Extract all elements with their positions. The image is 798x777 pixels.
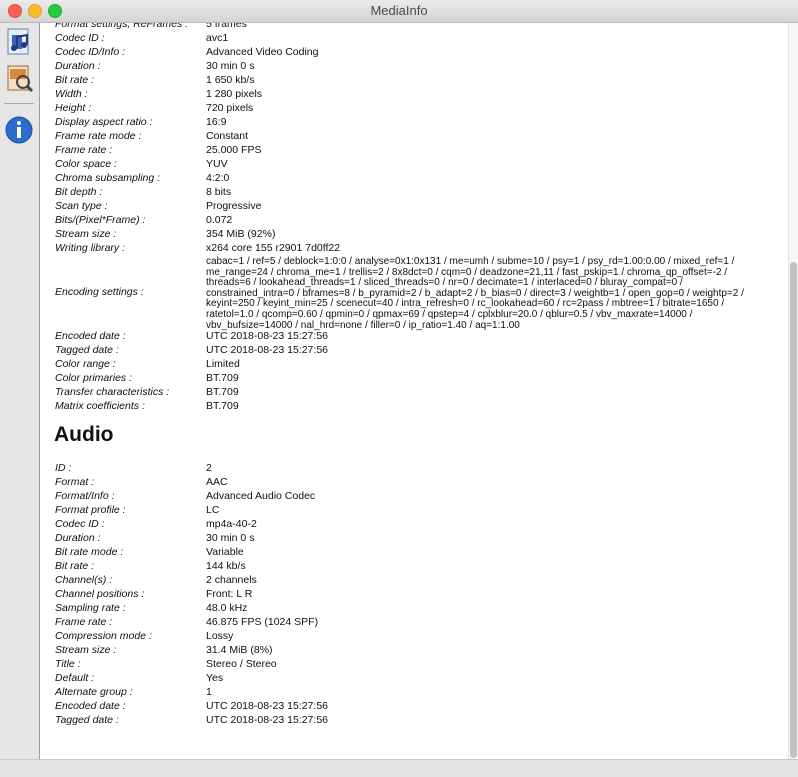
field-label: Display aspect ratio :	[55, 116, 153, 128]
field-label: Stream size :	[55, 228, 117, 240]
scrollbar-thumb[interactable]	[790, 262, 797, 758]
field-value: Front: L R	[206, 588, 253, 600]
field-value: Constant	[206, 130, 249, 142]
field-label: Tagged date :	[55, 344, 119, 356]
field-label: Matrix coefficients :	[55, 400, 145, 412]
field-value: UTC 2018-08-23 15:27:56	[206, 714, 328, 726]
field-label: Bit rate :	[55, 560, 95, 572]
field-label: Writing library :	[55, 242, 126, 254]
field-label: Duration :	[55, 532, 101, 544]
field-value: BT.709	[206, 400, 239, 412]
field-label: Channel positions :	[55, 588, 145, 600]
field-label: Bit rate :	[55, 74, 95, 86]
field-label: Alternate group :	[55, 686, 133, 698]
field-value: UTC 2018-08-23 15:27:56	[206, 344, 328, 356]
sidebar	[0, 23, 40, 759]
encoding-settings-label: Encoding settings :	[55, 286, 144, 298]
field-label: Channel(s) :	[55, 574, 113, 586]
field-label: Transfer characteristics :	[55, 386, 170, 398]
field-label: Color range :	[55, 358, 116, 370]
field-value: 48.0 kHz	[206, 602, 248, 614]
field-value: 720 pixels	[206, 102, 254, 114]
field-value: avc1	[206, 32, 229, 44]
field-value: 4:2:0	[206, 172, 230, 184]
field-value: 25.000 FPS	[206, 144, 262, 156]
field-value: 46.875 FPS (1024 SPF)	[206, 616, 319, 628]
field-value: 30 min 0 s	[206, 532, 255, 544]
field-label: Format profile :	[55, 504, 126, 516]
field-label: Height :	[55, 102, 92, 114]
field-value: 30 min 0 s	[206, 60, 255, 72]
field-label: Encoded date :	[55, 700, 126, 712]
encoding-settings-value: cabac=1 / ref=5 / deblock=1:0:0 / analys…	[206, 256, 744, 331]
sidebar-divider	[4, 103, 34, 104]
field-value: x264 core 155 r2901 7d0ff22	[206, 242, 341, 254]
field-value: Limited	[206, 358, 240, 370]
field-label: Chroma subsampling :	[55, 172, 161, 184]
window-title: MediaInfo	[370, 3, 428, 18]
field-value: 0.072	[206, 214, 233, 226]
field-label: Format/Info :	[55, 490, 115, 502]
video-file-icon[interactable]	[4, 27, 34, 57]
info-icon[interactable]	[4, 115, 34, 145]
field-label: Bits/(Pixel*Frame) :	[55, 214, 146, 226]
field-value: AAC	[206, 476, 228, 488]
field-label: Duration :	[55, 60, 101, 72]
field-label: Scan type :	[55, 200, 108, 212]
field-value: mp4a-40-2	[206, 518, 257, 530]
field-label: Bit depth :	[55, 186, 103, 198]
field-value: 144 kb/s	[206, 560, 246, 572]
field-label: Default :	[55, 672, 95, 684]
field-value: 2	[206, 462, 212, 474]
field-label: Codec ID :	[55, 32, 105, 44]
field-label: Stream size :	[55, 644, 117, 656]
field-label: Compression mode :	[55, 630, 152, 642]
field-value: 1 280 pixels	[206, 88, 263, 100]
field-value: 8 bits	[206, 186, 232, 198]
field-label: Frame rate :	[55, 616, 113, 628]
field-value: Variable	[206, 546, 244, 558]
field-value: LC	[206, 504, 220, 516]
field-label: Encoded date :	[55, 330, 126, 342]
field-value: Advanced Audio Codec	[206, 490, 316, 502]
field-label: Title :	[55, 658, 81, 670]
field-label: Format settings, ReFrames :	[55, 23, 189, 30]
audio-file-icon[interactable]	[4, 63, 34, 93]
status-bar	[0, 759, 798, 777]
audio-section-heading: Audio	[54, 423, 114, 446]
field-label: Tagged date :	[55, 714, 119, 726]
title-bar: MediaInfo	[0, 0, 798, 23]
field-value: UTC 2018-08-23 15:27:56	[206, 330, 328, 342]
field-value: Stereo / Stereo	[206, 658, 277, 670]
field-value: Advanced Video Coding	[206, 46, 319, 58]
field-value: 1	[206, 686, 212, 698]
report-area: Format settings, ReFrames : 5 frames Codec…	[40, 23, 788, 759]
field-label: Frame rate :	[55, 144, 113, 156]
field-label: ID :	[55, 462, 72, 474]
field-label: Bit rate mode :	[55, 546, 124, 558]
field-value: BT.709	[206, 372, 239, 384]
field-value: 354 MiB (92%)	[206, 228, 276, 240]
field-value: UTC 2018-08-23 15:27:56	[206, 700, 328, 712]
field-value: BT.709	[206, 386, 239, 398]
field-value: 5 frames	[206, 23, 247, 30]
field-value: Lossy	[206, 630, 234, 642]
field-label: Codec ID/Info :	[55, 46, 126, 58]
field-label: Width :	[55, 88, 88, 100]
field-label: Color space :	[55, 158, 117, 170]
field-label: Codec ID :	[55, 518, 105, 530]
field-value: 1 650 kb/s	[206, 74, 255, 86]
field-value: YUV	[206, 158, 228, 170]
field-label: Format :	[55, 476, 95, 488]
field-value: 2 channels	[206, 574, 257, 586]
field-value: Progressive	[206, 200, 262, 212]
field-value: 16:9	[206, 116, 227, 128]
field-label: Sampling rate :	[55, 602, 126, 614]
field-label: Frame rate mode :	[55, 130, 142, 142]
field-label: Color primaries :	[55, 372, 133, 384]
field-value: 31.4 MiB (8%)	[206, 644, 273, 656]
field-value: Yes	[206, 672, 224, 684]
